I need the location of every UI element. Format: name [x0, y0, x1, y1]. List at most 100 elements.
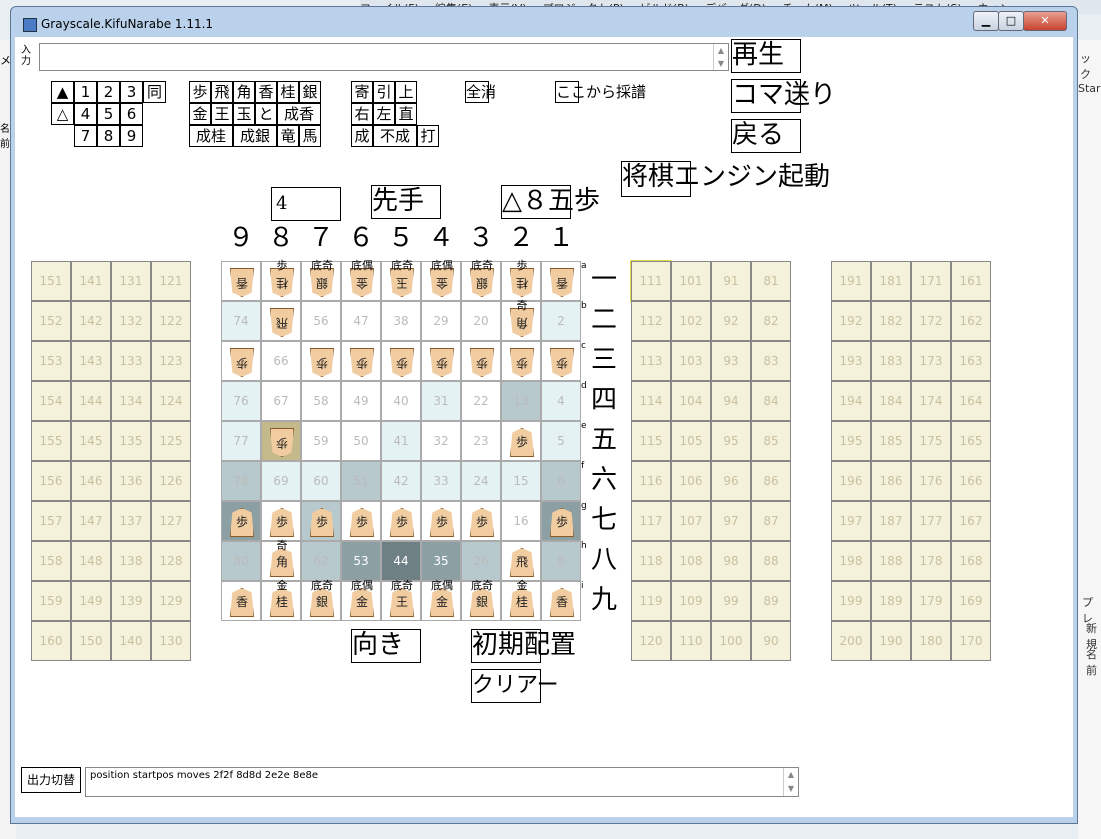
key-num-r1-4[interactable]: 同	[143, 81, 166, 103]
left-stand-cell[interactable]: 153	[31, 341, 71, 381]
initial-position-button[interactable]: 初期配置	[471, 629, 576, 663]
board-square[interactable]: 桂歩	[501, 260, 541, 301]
key-piece-r1-1[interactable]: 飛	[211, 81, 233, 103]
minimize-button[interactable]: ▁	[973, 11, 999, 31]
orientation-button[interactable]: 向き	[351, 629, 421, 663]
far-right-stand-cell[interactable]: 198	[831, 541, 871, 581]
right-stand-cell[interactable]: 111	[630, 260, 672, 302]
right-stand-cell[interactable]: 107	[671, 501, 711, 541]
key-num-r2-1[interactable]: 4	[74, 103, 97, 125]
right-stand-cell[interactable]: 82	[751, 301, 791, 341]
right-stand-cell[interactable]: 100	[711, 621, 751, 661]
key-mod-r3-1[interactable]: 不成	[373, 125, 417, 147]
far-right-stand-cell[interactable]: 164	[951, 381, 991, 421]
left-stand-cell[interactable]: 126	[151, 461, 191, 501]
play-button[interactable]: 再生	[731, 39, 801, 73]
far-right-stand-cell[interactable]: 195	[831, 421, 871, 461]
board-square[interactable]: 歩	[421, 501, 461, 541]
board-square[interactable]: 80	[221, 541, 261, 581]
far-right-stand-cell[interactable]: 181	[871, 261, 911, 301]
left-stand-cell[interactable]: 132	[111, 301, 151, 341]
left-stand-cell[interactable]: 138	[111, 541, 151, 581]
right-stand-cell[interactable]: 112	[631, 301, 671, 341]
board-square[interactable]: 77	[221, 421, 261, 461]
left-stand-cell[interactable]: 146	[71, 461, 111, 501]
key-num-r1-1[interactable]: 1	[74, 81, 97, 103]
right-stand-cell[interactable]: 120	[631, 621, 671, 661]
far-right-stand-cell[interactable]: 191	[831, 261, 871, 301]
left-stand-cell[interactable]: 158	[31, 541, 71, 581]
board-square[interactable]: 金底偶	[421, 580, 461, 621]
far-right-stand-cell[interactable]: 190	[871, 621, 911, 661]
board-square[interactable]: 33	[421, 461, 461, 501]
board-square[interactable]: 金底偶	[341, 580, 381, 621]
board-square[interactable]: 67	[261, 381, 301, 421]
left-stand-cell[interactable]: 122	[151, 301, 191, 341]
board-square[interactable]: 58	[301, 381, 341, 421]
board-square[interactable]: 15	[501, 461, 541, 501]
board-square[interactable]: 角奇	[501, 300, 541, 341]
far-right-stand-cell[interactable]: 192	[831, 301, 871, 341]
key-num-r1-3[interactable]: 3	[120, 81, 143, 103]
left-stand-cell[interactable]: 150	[71, 621, 111, 661]
right-stand-cell[interactable]: 92	[711, 301, 751, 341]
key-mod-r1-0[interactable]: 寄	[351, 81, 373, 103]
board-square[interactable]: 歩	[381, 501, 421, 541]
key-piece-r3-1[interactable]: 成銀	[233, 125, 277, 147]
far-right-stand-cell[interactable]: 183	[871, 341, 911, 381]
far-right-stand-cell[interactable]: 171	[911, 261, 951, 301]
left-stand-cell[interactable]: 152	[31, 301, 71, 341]
board-square[interactable]: 42	[381, 461, 421, 501]
far-right-stand-cell[interactable]: 170	[951, 621, 991, 661]
far-right-stand-cell[interactable]: 194	[831, 381, 871, 421]
right-stand-cell[interactable]: 81	[751, 261, 791, 301]
board-square[interactable]: 角奇	[261, 540, 301, 581]
far-right-stand-cell[interactable]: 182	[871, 301, 911, 341]
clear-button[interactable]: クリアー	[471, 669, 559, 703]
board-square[interactable]: 歩	[301, 501, 341, 541]
board-square[interactable]: 20	[461, 301, 501, 341]
far-right-stand-cell[interactable]: 179	[911, 581, 951, 621]
right-stand-cell[interactable]: 98	[711, 541, 751, 581]
board-square[interactable]: 歩	[341, 501, 381, 541]
board-square[interactable]: 飛	[501, 541, 541, 581]
far-right-stand-cell[interactable]: 187	[871, 501, 911, 541]
right-stand-cell[interactable]: 93	[711, 341, 751, 381]
left-stand-cell[interactable]: 142	[71, 301, 111, 341]
key-mod-r3-2[interactable]: 打	[417, 125, 439, 147]
far-right-stand-cell[interactable]: 161	[951, 261, 991, 301]
board-square[interactable]: 歩	[461, 501, 501, 541]
right-stand-cell[interactable]: 91	[711, 261, 751, 301]
right-stand-cell[interactable]: 116	[631, 461, 671, 501]
engine-button[interactable]: 将棋エンジン起動	[621, 161, 830, 197]
board-square[interactable]: 歩	[301, 341, 341, 381]
board-square[interactable]: 59	[301, 421, 341, 461]
board-square[interactable]: 8	[541, 541, 581, 581]
right-stand-cell[interactable]: 96	[711, 461, 751, 501]
left-stand-cell[interactable]: 136	[111, 461, 151, 501]
right-stand-cell[interactable]: 101	[671, 261, 711, 301]
far-right-stand-cell[interactable]: 165	[951, 421, 991, 461]
far-right-stand-cell[interactable]: 199	[831, 581, 871, 621]
far-right-stand-cell[interactable]: 168	[951, 541, 991, 581]
left-stand-cell[interactable]: 157	[31, 501, 71, 541]
board-square[interactable]: 香	[541, 261, 581, 301]
left-stand-cell[interactable]: 151	[31, 261, 71, 301]
board-square[interactable]: 31	[421, 381, 461, 421]
right-stand-cell[interactable]: 106	[671, 461, 711, 501]
right-stand-cell[interactable]: 103	[671, 341, 711, 381]
board-square[interactable]: 歩	[221, 501, 261, 541]
left-stand-cell[interactable]: 149	[71, 581, 111, 621]
far-right-stand-cell[interactable]: 167	[951, 501, 991, 541]
output-scrollbar[interactable]: ▲ ▼	[783, 768, 798, 796]
key-piece-r3-3[interactable]: 馬	[299, 125, 321, 147]
board-square[interactable]: 金底偶	[421, 260, 461, 301]
board-square[interactable]: 歩	[541, 501, 581, 541]
maximize-button[interactable]: □	[998, 11, 1024, 31]
board-square[interactable]: 香	[221, 261, 261, 301]
key-mod-r2-2[interactable]: 直	[395, 103, 417, 125]
board-square[interactable]: 桂歩	[261, 260, 301, 301]
board-square[interactable]: 銀底奇	[301, 260, 341, 301]
right-stand-cell[interactable]: 89	[751, 581, 791, 621]
key-num-r3-0[interactable]: 7	[74, 125, 97, 147]
